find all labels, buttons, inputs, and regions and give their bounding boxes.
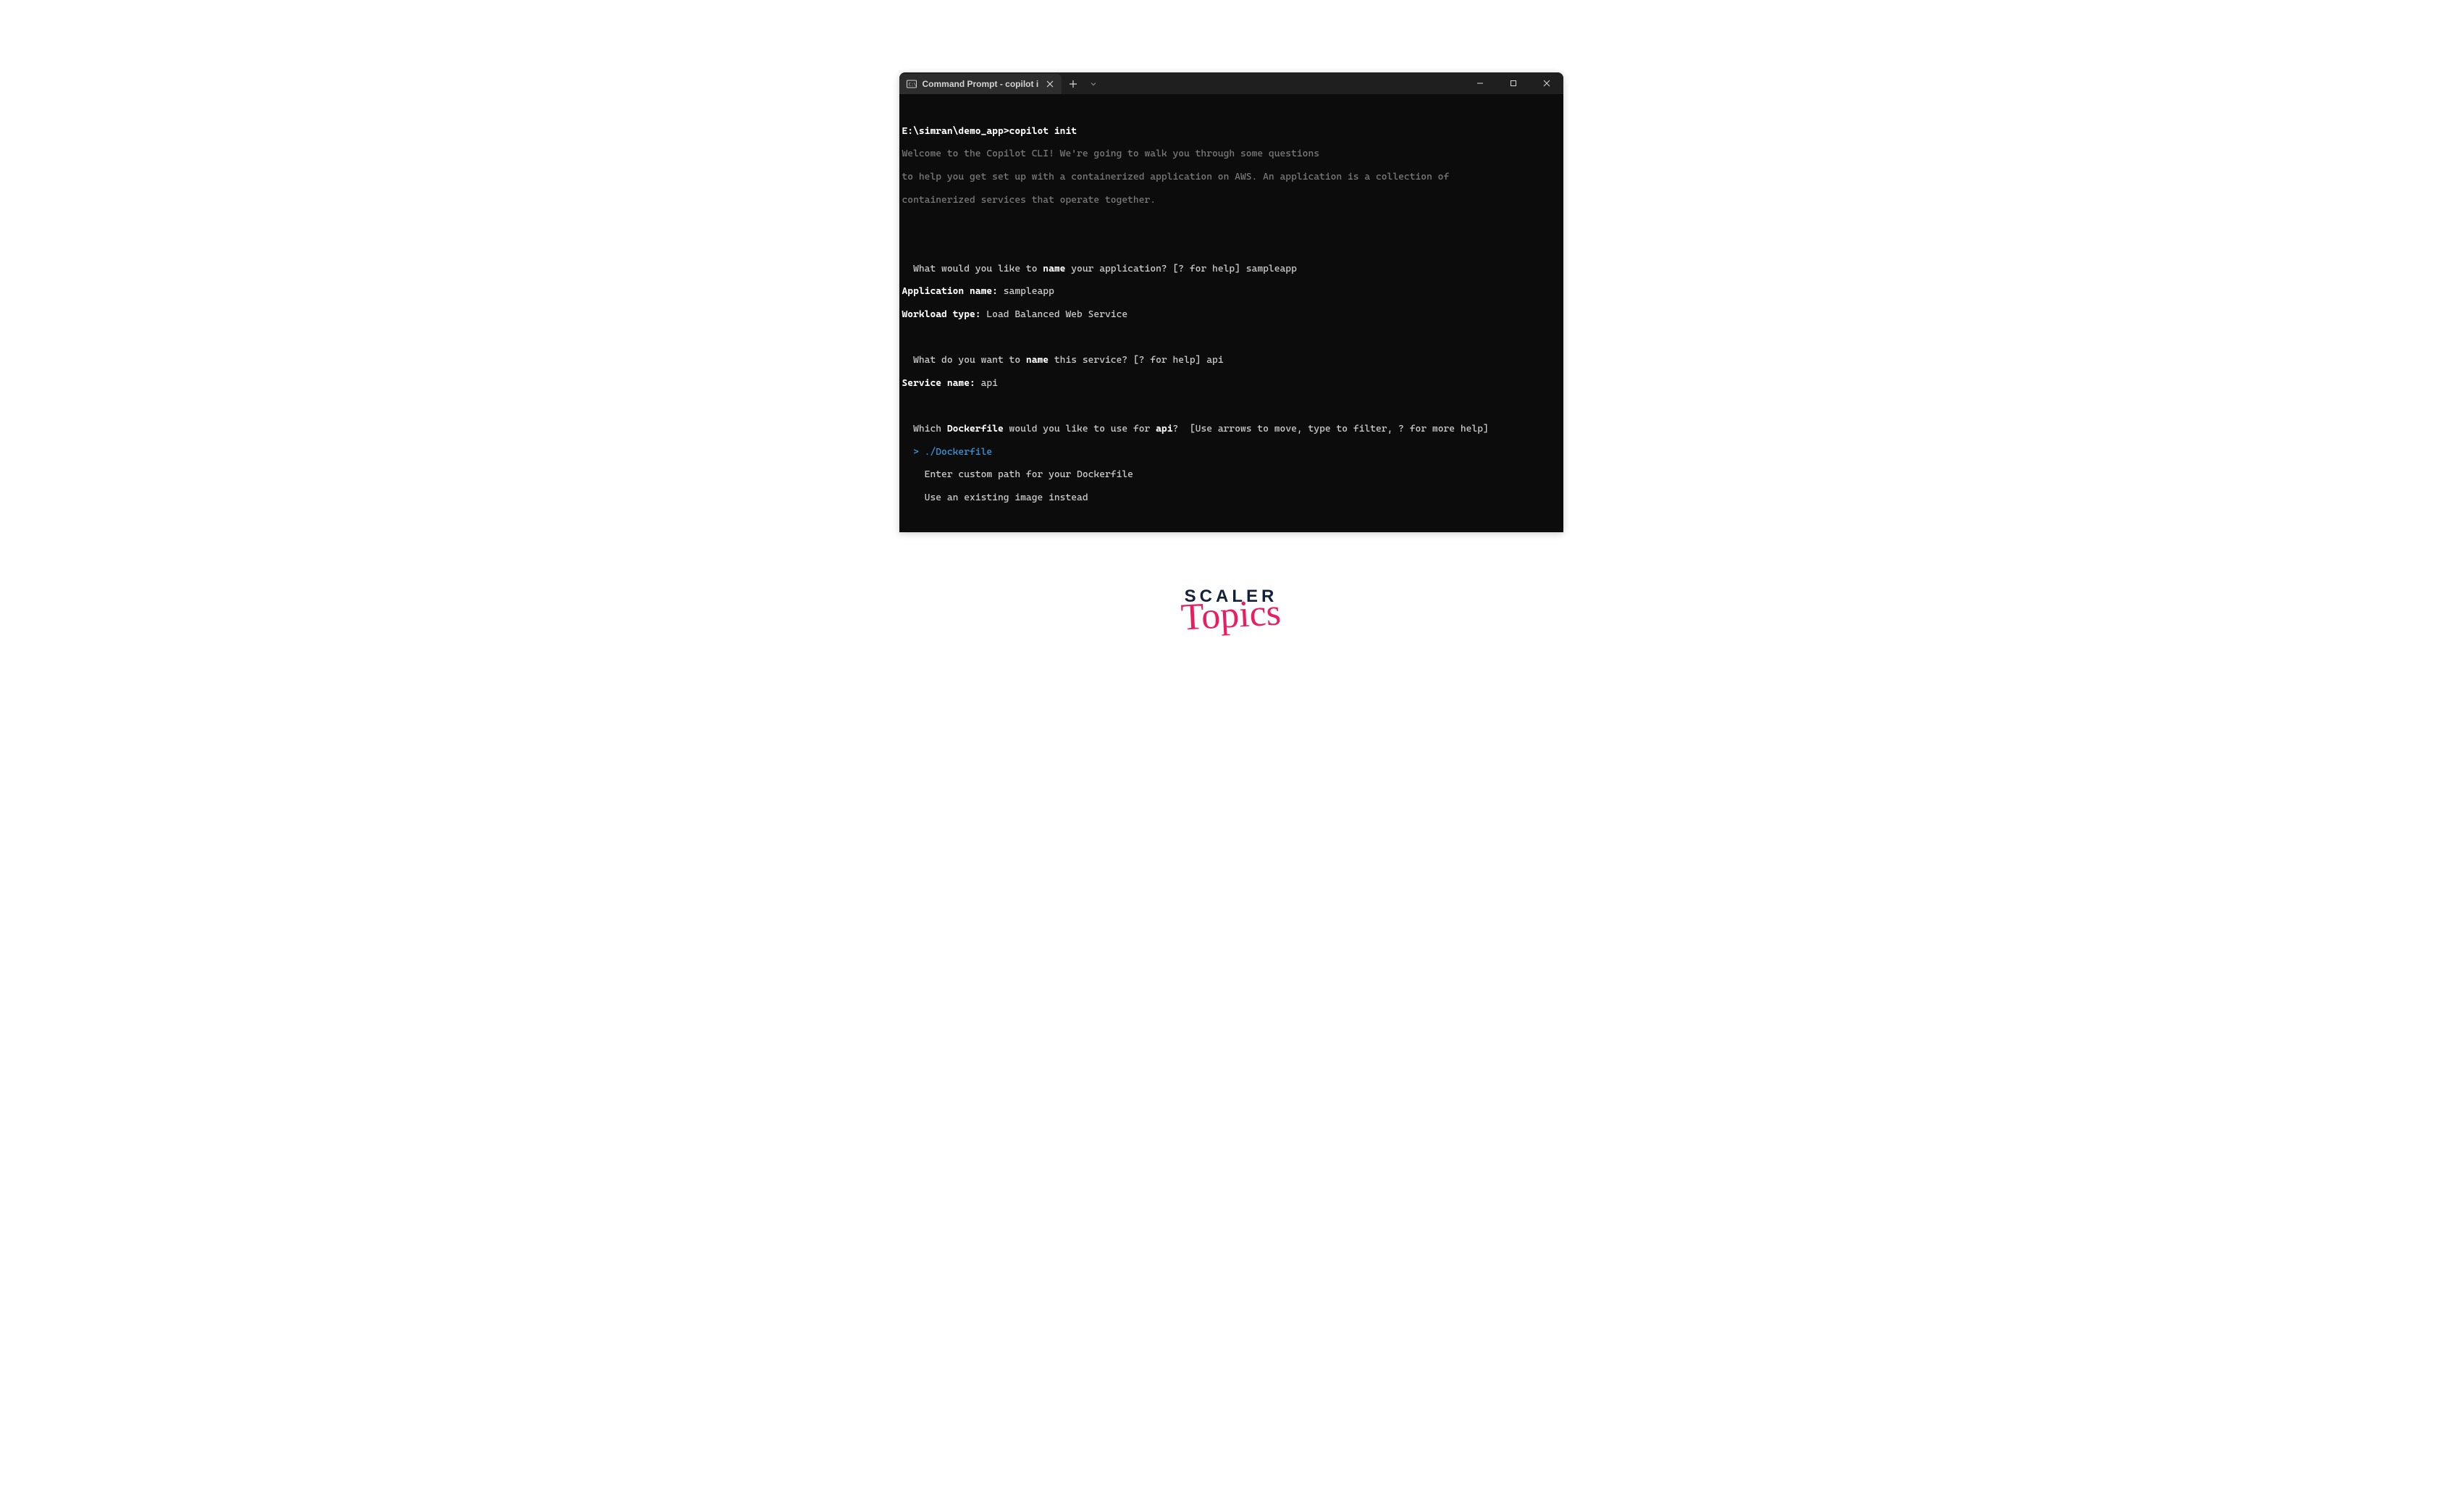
tab-close-button[interactable] [1044, 78, 1056, 90]
option-2-indent [902, 469, 925, 480]
q2-post: this service? [? for help] api [1049, 355, 1224, 366]
q3-bold2: api [1156, 424, 1172, 434]
tab-title: Command Prompt - copilot i [923, 79, 1039, 89]
terminal-body[interactable]: E:\simran\demo_app>copilot init Welcome … [899, 94, 1563, 532]
q1-bold: name [1043, 264, 1065, 274]
app-name-label: Application name: [902, 286, 998, 297]
tab-active[interactable]: C:\ Command Prompt - copilot i [899, 74, 1062, 94]
welcome-line-1: Welcome to the Copilot CLI! We're going … [902, 148, 1560, 160]
close-button[interactable] [1530, 72, 1563, 94]
q3-mid: would you like to use for [1004, 424, 1156, 434]
watermark-topics: Topics [1180, 595, 1282, 637]
q1-post: your application? [? for help] sampleapp [1065, 264, 1296, 274]
window-controls [1463, 72, 1563, 94]
q3-bold1: Dockerfile [947, 424, 1004, 434]
terminal-window: C:\ Command Prompt - copilot i [899, 72, 1563, 532]
q2-bold: name [1026, 355, 1049, 366]
new-tab-button[interactable] [1062, 74, 1085, 94]
svg-text:C:\: C:\ [908, 83, 916, 88]
command-text: copilot init [1009, 126, 1077, 137]
q3-pre: Which [902, 424, 947, 434]
q2-pre: What do you want to [902, 355, 1026, 366]
q1-pre: What would you like to [902, 264, 1043, 274]
workload-label: Workload type: [902, 309, 981, 320]
minimize-button[interactable] [1463, 72, 1497, 94]
watermark: SCALER Topics [1181, 587, 1281, 634]
workload-value: Load Balanced Web Service [981, 309, 1128, 320]
option-3-indent [902, 492, 925, 503]
tab-dropdown-button[interactable] [1085, 74, 1102, 94]
welcome-line-3: containerized services that operate toge… [902, 195, 1560, 206]
option-selected-marker: > [902, 447, 925, 458]
q3-post: ? [Use arrows to move, type to filter, ?… [1173, 424, 1489, 434]
option-2[interactable]: Enter custom path for your Dockerfile [925, 469, 1133, 480]
service-name-label: Service name: [902, 378, 975, 389]
option-3[interactable]: Use an existing image instead [925, 492, 1088, 503]
titlebar: C:\ Command Prompt - copilot i [899, 72, 1563, 94]
prompt-path: E:\simran\demo_app> [902, 126, 1009, 137]
service-name-value: api [975, 378, 998, 389]
maximize-button[interactable] [1497, 72, 1530, 94]
welcome-line-2: to help you get set up with a containeri… [902, 172, 1560, 183]
cmd-icon: C:\ [907, 79, 917, 89]
app-name-value: sampleapp [998, 286, 1054, 297]
option-1[interactable]: ./Dockerfile [925, 447, 993, 458]
